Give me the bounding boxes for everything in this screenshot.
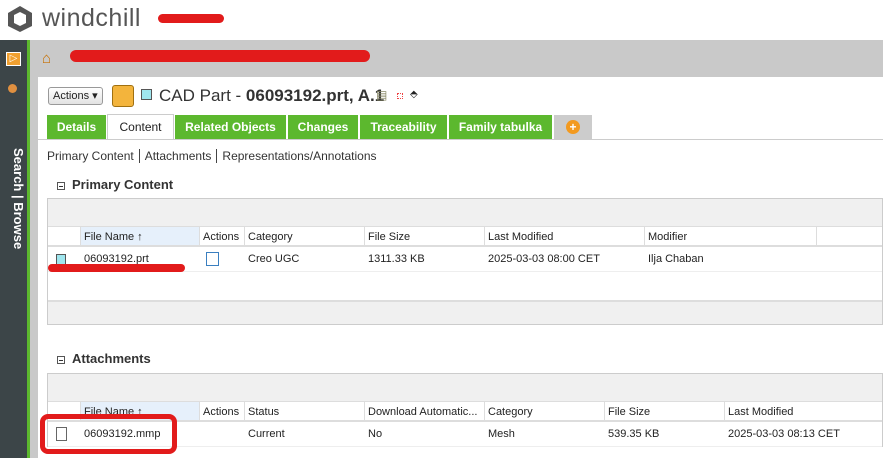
table-empty-space bbox=[48, 272, 882, 300]
status-icon bbox=[397, 93, 403, 99]
category: Creo UGC bbox=[248, 253, 300, 265]
app-logo: windchill bbox=[42, 4, 141, 32]
title-prefix: CAD Part - bbox=[159, 86, 246, 105]
tab-details[interactable]: Details bbox=[47, 115, 106, 139]
home-icon[interactable]: ⌂ bbox=[42, 50, 51, 67]
attachments-heading: Attachments bbox=[57, 351, 151, 366]
tab-traceability[interactable]: Traceability bbox=[360, 115, 447, 139]
redaction-mark bbox=[40, 414, 177, 454]
last-modified: 2025-03-03 08:13 CET bbox=[728, 428, 840, 440]
add-tab-button[interactable]: + bbox=[554, 115, 592, 139]
page-title: CAD Part - 06093192.prt, A.1 bbox=[159, 86, 384, 106]
col-category[interactable]: Category bbox=[245, 227, 365, 245]
checkout-icon[interactable]: ⬘ bbox=[410, 89, 418, 100]
redaction-mark bbox=[70, 50, 370, 62]
tab-divider bbox=[38, 139, 883, 140]
plus-icon: + bbox=[566, 120, 580, 134]
windchill-logo-icon bbox=[8, 6, 32, 32]
collapse-icon[interactable] bbox=[57, 355, 65, 364]
cad-part-icon bbox=[112, 85, 134, 107]
tab-content[interactable]: Content bbox=[107, 114, 174, 140]
top-bar: windchill bbox=[0, 0, 883, 40]
link-primary-content[interactable]: Primary Content bbox=[47, 149, 134, 163]
pin-icon[interactable] bbox=[8, 84, 17, 93]
sidebar: ▷ Search | Browse bbox=[0, 40, 30, 458]
info-icon[interactable]: ▤ bbox=[376, 88, 387, 102]
last-modified: 2025-03-03 08:00 CET bbox=[488, 253, 600, 265]
col-download-automatic[interactable]: Download Automatic... bbox=[365, 402, 485, 420]
primary-content-table: File Name ↑ Actions Category File Size L… bbox=[47, 198, 883, 325]
tab-related-objects[interactable]: Related Objects bbox=[175, 115, 286, 139]
col-file-name[interactable]: File Name ↑ bbox=[81, 227, 200, 245]
col-actions[interactable]: Actions bbox=[200, 402, 245, 420]
redaction-mark bbox=[158, 14, 224, 23]
status: Current bbox=[248, 428, 285, 440]
expand-navigator-icon[interactable]: ▷ bbox=[6, 52, 21, 66]
tab-family-tabulka[interactable]: Family tabulka bbox=[449, 115, 552, 139]
collapse-icon[interactable] bbox=[57, 181, 65, 190]
link-attachments[interactable]: Attachments bbox=[145, 149, 212, 163]
col-category[interactable]: Category bbox=[485, 402, 605, 420]
actions-button[interactable]: Actions ▾ bbox=[48, 87, 103, 105]
category: Mesh bbox=[488, 428, 515, 440]
col-modifier[interactable]: Modifier bbox=[645, 227, 817, 245]
search-browse-toggle[interactable]: Search | Browse bbox=[2, 148, 26, 249]
table-header: File Name ↑ Actions Category File Size L… bbox=[48, 227, 882, 247]
title-name: 06093192.prt, A.1 bbox=[245, 86, 385, 105]
table-toolbar bbox=[48, 199, 882, 227]
link-representations[interactable]: Representations/Annotations bbox=[222, 149, 376, 163]
col-file-size[interactable]: File Size bbox=[605, 402, 725, 420]
redaction-mark bbox=[48, 264, 185, 272]
col-file-size[interactable]: File Size bbox=[365, 227, 485, 245]
section-title: Attachments bbox=[72, 351, 151, 366]
col-last-modified[interactable]: Last Modified bbox=[485, 227, 645, 245]
download-automatic: No bbox=[368, 428, 383, 440]
row-actions-icon[interactable] bbox=[203, 247, 233, 271]
col-last-modified[interactable]: Last Modified bbox=[725, 402, 883, 420]
file-size: 539.35 KB bbox=[608, 428, 660, 440]
select-column[interactable] bbox=[48, 227, 81, 245]
col-actions[interactable]: Actions bbox=[200, 227, 245, 245]
col-status[interactable]: Status bbox=[245, 402, 365, 420]
tab-changes[interactable]: Changes bbox=[288, 115, 358, 139]
content-sublinks: Primary Content Attachments Representation… bbox=[47, 149, 377, 163]
table-toolbar bbox=[48, 374, 882, 402]
table-footer bbox=[48, 300, 882, 324]
part-icon bbox=[141, 89, 152, 100]
section-title: Primary Content bbox=[72, 177, 174, 192]
file-size: 1311.33 KB bbox=[368, 253, 425, 265]
primary-content-heading: Primary Content bbox=[57, 177, 173, 192]
modifier: Ilja Chaban bbox=[648, 253, 704, 265]
